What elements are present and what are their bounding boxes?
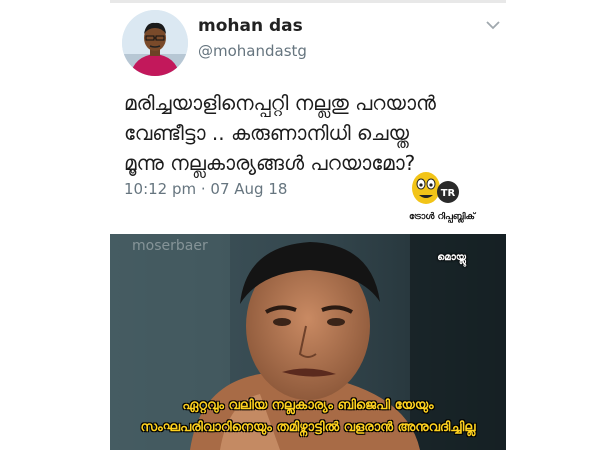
- tweet-text-line: വേണ്ടീട്ടാ .. കരുണാനിധി ചെയ്ത: [124, 121, 409, 145]
- display-name[interactable]: mohan das: [198, 16, 303, 36]
- tweet-text: മരിച്ചയാളിനെപ്പറ്റി നല്ലതു പറയാൻ വേണ്ടീട…: [124, 88, 496, 178]
- profile-photo-icon: [122, 10, 188, 76]
- meme-caption-line: സംഘപരിവാറിനെയും തമിഴ്നാട്ടിൽ വളരാൻ അനുവദ…: [140, 420, 476, 435]
- troll-republic-logo-icon: TR: [412, 172, 459, 204]
- chevron-down-icon[interactable]: [486, 20, 500, 30]
- logo-text: TR: [441, 188, 456, 199]
- watermark: moserbaer: [132, 238, 208, 254]
- tweet-text-line: മരിച്ചയാളിനെപ്പറ്റി നല്ലതു പറയാൻ: [124, 91, 436, 115]
- meme-scene-illustration: [110, 234, 506, 450]
- avatar[interactable]: [122, 10, 188, 76]
- brand-label: ട്രോൾ റിപ്പബ്ലിക്: [409, 212, 475, 222]
- character-label: മൊയ്ലു: [437, 252, 466, 263]
- tweet-timestamp[interactable]: 10:12 pm · 07 Aug 18: [124, 180, 287, 198]
- meme-image: moserbaer മൊയ്ലു ഏറ്റവും വലിയ നല്ലകാര്യം…: [110, 234, 506, 450]
- user-handle[interactable]: @mohandastg: [198, 42, 307, 60]
- tweet-card: mohan das @mohandastg മരിച്ചയാളിനെപ്പറ്റ…: [110, 0, 506, 232]
- top-divider: [110, 0, 506, 3]
- meme-caption-line: ഏറ്റവും വലിയ നല്ലകാര്യം ബിജെപി യേയും: [182, 398, 434, 413]
